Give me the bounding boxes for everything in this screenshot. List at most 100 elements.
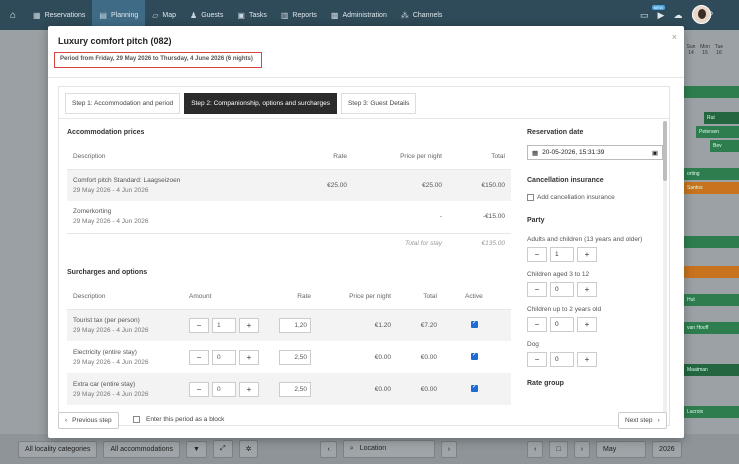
- day-header: Mon 15: [700, 44, 710, 56]
- accommodation-prices-table: Description Rate Price per night Total C…: [67, 145, 511, 253]
- party-count[interactable]: 1: [550, 247, 574, 262]
- tab-step-2[interactable]: Step 2: Companionship, options and surch…: [184, 93, 337, 114]
- bottom-toolbar: All locality categories All accommodatio…: [0, 434, 739, 464]
- rate-input[interactable]: 2,50: [279, 381, 311, 397]
- active-checkbox[interactable]: [471, 383, 478, 392]
- settings-icon[interactable]: ✲: [238, 440, 259, 458]
- row-total: €0.00: [420, 353, 437, 361]
- avatar[interactable]: [692, 5, 711, 24]
- amount-input[interactable]: 0: [212, 349, 236, 365]
- chart-icon: ▥: [280, 10, 289, 20]
- day-header: Sun 14: [686, 44, 696, 56]
- accommodations-select[interactable]: All accommodations: [103, 440, 181, 458]
- reservation-bar[interactable]: Petersen: [696, 126, 739, 138]
- increment-button[interactable]: +: [239, 317, 259, 333]
- party-count[interactable]: 0: [550, 352, 574, 367]
- increment-button[interactable]: +: [239, 349, 259, 365]
- party-stepper: −0 +: [527, 317, 597, 332]
- scrollbar-thumb[interactable]: [663, 121, 667, 181]
- decrement-button[interactable]: −: [189, 349, 209, 365]
- previous-step-button[interactable]: ‹ Previous step: [58, 412, 119, 429]
- building-icon: ▩: [330, 10, 339, 20]
- reservation-bar[interactable]: Maatman: [684, 364, 739, 376]
- reservation-bar[interactable]: orting: [684, 168, 739, 180]
- prev-period-button[interactable]: ‹: [527, 440, 544, 458]
- reservation-bar[interactable]: [684, 236, 739, 248]
- home-icon[interactable]: ⌂: [0, 0, 26, 30]
- increment-button[interactable]: +: [239, 381, 259, 397]
- insurance-checkbox[interactable]: [527, 194, 534, 201]
- monitor-icon[interactable]: ▭: [640, 10, 649, 21]
- col-total: Total: [442, 145, 511, 170]
- reservation-bar[interactable]: Hut: [684, 294, 739, 306]
- reservation-bar[interactable]: [684, 266, 739, 278]
- row-description: Comfort pitch Standard: Laagseizoen: [73, 176, 181, 184]
- insurance-option[interactable]: Add cancellation insurance: [527, 194, 615, 201]
- increment-button[interactable]: +: [577, 282, 597, 297]
- amount-input[interactable]: 0: [212, 381, 236, 397]
- total-value: €135.00: [481, 239, 506, 247]
- next-step-button[interactable]: Next step ›: [618, 412, 667, 429]
- active-checkbox[interactable]: [471, 319, 478, 328]
- expand-icon[interactable]: ⤢: [212, 440, 233, 458]
- modal-footer: ‹ Previous step Enter this period as a bl…: [48, 406, 684, 438]
- prices-column: Accommodation prices Description Rate Pr…: [59, 119, 519, 425]
- party-stepper: −0 +: [527, 352, 597, 367]
- decrement-button[interactable]: −: [189, 317, 209, 333]
- decrement-button[interactable]: −: [527, 352, 547, 367]
- cloud-download-icon[interactable]: ☁: [673, 10, 682, 21]
- party-count[interactable]: 0: [550, 282, 574, 297]
- chevron-right-icon: ›: [657, 417, 660, 424]
- block-option[interactable]: Enter this period as a block: [133, 416, 224, 423]
- year-select[interactable]: 2026: [652, 440, 682, 458]
- youtube-icon[interactable]: ▶: [658, 10, 665, 21]
- prev-location-button[interactable]: ‹: [320, 440, 337, 458]
- decrement-button[interactable]: −: [527, 317, 547, 332]
- reservation-bar[interactable]: Santos: [684, 182, 739, 194]
- decrement-button[interactable]: −: [189, 381, 209, 397]
- amount-input[interactable]: 1: [212, 317, 236, 333]
- increment-button[interactable]: +: [577, 352, 597, 367]
- button-label: Next step: [625, 417, 653, 424]
- tab-step-1[interactable]: Step 1: Accommodation and period: [65, 93, 181, 114]
- location-search-input[interactable]: ⌕ Location: [342, 440, 435, 458]
- network-icon: ⁂: [400, 10, 409, 20]
- search-icon: ⌕: [349, 445, 354, 452]
- next-period-button[interactable]: ›: [573, 440, 591, 458]
- locality-category-select[interactable]: All locality categories: [18, 440, 98, 458]
- col-price-per-night: Price per night: [311, 285, 391, 310]
- reservation-bar[interactable]: [684, 86, 739, 98]
- decrement-button[interactable]: −: [527, 247, 547, 262]
- filter-icon[interactable]: ▼: [186, 440, 207, 458]
- block-checkbox[interactable]: [133, 416, 140, 423]
- next-location-button[interactable]: ›: [440, 440, 458, 458]
- row-period: 29 May 2026 - 4 Jun 2026: [73, 390, 149, 398]
- reservation-bar[interactable]: Bev: [710, 140, 739, 152]
- rate-input[interactable]: 2,50: [279, 349, 311, 365]
- party-count[interactable]: 0: [550, 317, 574, 332]
- reservation-date-input[interactable]: ▦ 20-05-2026, 15:31:39 ▣: [527, 145, 663, 160]
- amount-stepper: −1 +: [189, 317, 273, 333]
- active-checkbox[interactable]: [471, 351, 478, 360]
- reservation-bar[interactable]: Rut: [704, 112, 739, 124]
- modal-title: Luxury comfort pitch (082): [58, 36, 172, 46]
- tab-step-3[interactable]: Step 3: Guest Details: [340, 93, 417, 114]
- reservation-bar[interactable]: Lacroix: [684, 406, 739, 418]
- day-header: Tue 16: [714, 44, 724, 56]
- insurance-title: Cancellation insurance: [527, 177, 604, 184]
- reservation-bar[interactable]: van Hooff: [684, 322, 739, 334]
- increment-button[interactable]: +: [577, 247, 597, 262]
- decrement-button[interactable]: −: [527, 282, 547, 297]
- col-active: Active: [437, 285, 511, 310]
- map-icon: ▱: [152, 10, 159, 20]
- today-button[interactable]: □: [549, 440, 568, 458]
- increment-button[interactable]: +: [577, 317, 597, 332]
- rate-input[interactable]: 1,20: [279, 317, 311, 333]
- calendar-picker-icon[interactable]: ▣: [652, 149, 658, 157]
- month-select[interactable]: May: [596, 440, 647, 458]
- new-badge: NEW: [651, 5, 665, 10]
- close-icon[interactable]: ×: [672, 32, 677, 42]
- row-description: Extra car (entire stay): [73, 380, 136, 388]
- divider: [48, 77, 684, 78]
- party-stepper: −1 +: [527, 247, 597, 262]
